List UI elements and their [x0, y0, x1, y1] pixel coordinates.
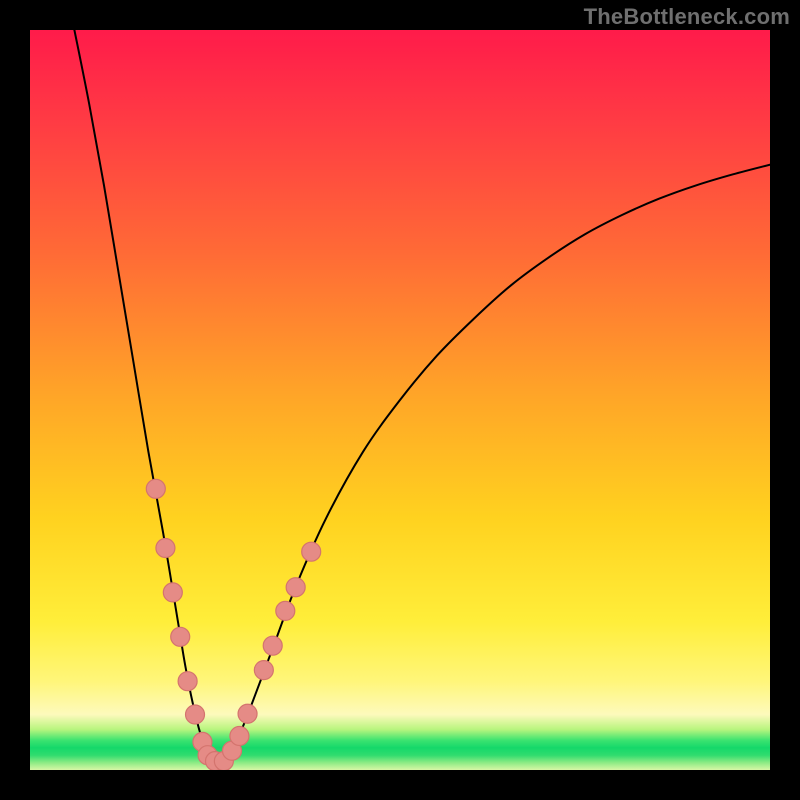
curve-left-branch — [74, 30, 215, 763]
curve-marker — [146, 479, 165, 498]
curve-marker — [286, 578, 305, 597]
curve-markers — [146, 479, 320, 770]
curve-marker — [178, 672, 197, 691]
curve-marker — [171, 627, 190, 646]
curve-marker — [163, 583, 182, 602]
curve-marker — [230, 726, 249, 745]
plot-area — [30, 30, 770, 770]
curve-marker — [263, 636, 282, 655]
watermark-text: TheBottleneck.com — [584, 4, 790, 30]
curve-marker — [186, 705, 205, 724]
chart-frame: TheBottleneck.com — [0, 0, 800, 800]
curve-right-branch — [215, 165, 770, 763]
curve-marker — [156, 539, 175, 558]
bottleneck-curve — [30, 30, 770, 770]
curve-marker — [302, 542, 321, 561]
curve-marker — [254, 661, 273, 680]
curve-marker — [238, 704, 257, 723]
curve-marker — [276, 601, 295, 620]
